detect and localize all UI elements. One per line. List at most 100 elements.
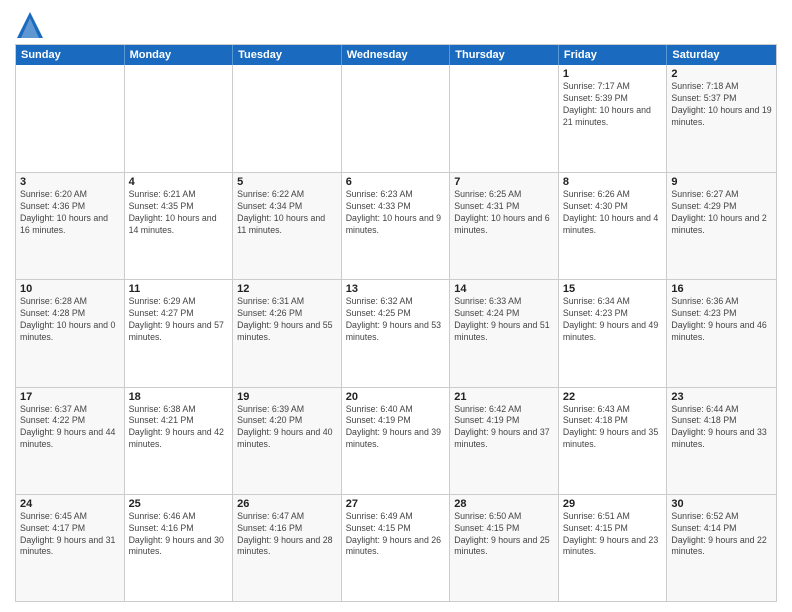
day-number: 9	[671, 176, 772, 188]
cal-cell: 24Sunrise: 6:45 AM Sunset: 4:17 PM Dayli…	[16, 495, 125, 601]
day-number: 14	[454, 283, 554, 295]
cal-cell	[450, 65, 559, 172]
day-info: Sunrise: 6:37 AM Sunset: 4:22 PM Dayligh…	[20, 404, 120, 452]
day-number: 18	[129, 391, 229, 403]
day-number: 26	[237, 498, 337, 510]
day-info: Sunrise: 7:17 AM Sunset: 5:39 PM Dayligh…	[563, 81, 663, 129]
header-day-friday: Friday	[559, 45, 668, 65]
day-info: Sunrise: 7:18 AM Sunset: 5:37 PM Dayligh…	[671, 81, 772, 129]
day-info: Sunrise: 6:36 AM Sunset: 4:23 PM Dayligh…	[671, 296, 772, 344]
day-number: 10	[20, 283, 120, 295]
cal-cell: 16Sunrise: 6:36 AM Sunset: 4:23 PM Dayli…	[667, 280, 776, 386]
day-info: Sunrise: 6:31 AM Sunset: 4:26 PM Dayligh…	[237, 296, 337, 344]
day-info: Sunrise: 6:49 AM Sunset: 4:15 PM Dayligh…	[346, 511, 446, 559]
day-number: 25	[129, 498, 229, 510]
day-info: Sunrise: 6:38 AM Sunset: 4:21 PM Dayligh…	[129, 404, 229, 452]
day-info: Sunrise: 6:34 AM Sunset: 4:23 PM Dayligh…	[563, 296, 663, 344]
day-info: Sunrise: 6:47 AM Sunset: 4:16 PM Dayligh…	[237, 511, 337, 559]
day-info: Sunrise: 6:46 AM Sunset: 4:16 PM Dayligh…	[129, 511, 229, 559]
day-info: Sunrise: 6:44 AM Sunset: 4:18 PM Dayligh…	[671, 404, 772, 452]
day-info: Sunrise: 6:39 AM Sunset: 4:20 PM Dayligh…	[237, 404, 337, 452]
day-number: 28	[454, 498, 554, 510]
day-number: 4	[129, 176, 229, 188]
header-day-tuesday: Tuesday	[233, 45, 342, 65]
calendar-row-1: 3Sunrise: 6:20 AM Sunset: 4:36 PM Daylig…	[16, 172, 776, 279]
day-info: Sunrise: 6:20 AM Sunset: 4:36 PM Dayligh…	[20, 189, 120, 237]
cal-cell	[125, 65, 234, 172]
day-info: Sunrise: 6:29 AM Sunset: 4:27 PM Dayligh…	[129, 296, 229, 344]
header-day-monday: Monday	[125, 45, 234, 65]
cal-cell	[233, 65, 342, 172]
header-day-sunday: Sunday	[16, 45, 125, 65]
day-number: 5	[237, 176, 337, 188]
day-number: 17	[20, 391, 120, 403]
calendar-row-3: 17Sunrise: 6:37 AM Sunset: 4:22 PM Dayli…	[16, 387, 776, 494]
day-number: 1	[563, 68, 663, 80]
cal-cell: 13Sunrise: 6:32 AM Sunset: 4:25 PM Dayli…	[342, 280, 451, 386]
cal-cell: 29Sunrise: 6:51 AM Sunset: 4:15 PM Dayli…	[559, 495, 668, 601]
day-number: 30	[671, 498, 772, 510]
calendar-row-0: 1Sunrise: 7:17 AM Sunset: 5:39 PM Daylig…	[16, 65, 776, 172]
header	[15, 10, 777, 40]
day-number: 12	[237, 283, 337, 295]
cal-cell: 8Sunrise: 6:26 AM Sunset: 4:30 PM Daylig…	[559, 173, 668, 279]
day-number: 23	[671, 391, 772, 403]
header-day-saturday: Saturday	[667, 45, 776, 65]
cal-cell: 4Sunrise: 6:21 AM Sunset: 4:35 PM Daylig…	[125, 173, 234, 279]
cal-cell: 3Sunrise: 6:20 AM Sunset: 4:36 PM Daylig…	[16, 173, 125, 279]
day-info: Sunrise: 6:25 AM Sunset: 4:31 PM Dayligh…	[454, 189, 554, 237]
day-number: 7	[454, 176, 554, 188]
cal-cell: 30Sunrise: 6:52 AM Sunset: 4:14 PM Dayli…	[667, 495, 776, 601]
cal-cell: 22Sunrise: 6:43 AM Sunset: 4:18 PM Dayli…	[559, 388, 668, 494]
logo-icon	[15, 10, 45, 40]
day-number: 6	[346, 176, 446, 188]
day-number: 16	[671, 283, 772, 295]
cal-cell: 28Sunrise: 6:50 AM Sunset: 4:15 PM Dayli…	[450, 495, 559, 601]
day-number: 15	[563, 283, 663, 295]
calendar-header: SundayMondayTuesdayWednesdayThursdayFrid…	[16, 45, 776, 65]
cal-cell: 10Sunrise: 6:28 AM Sunset: 4:28 PM Dayli…	[16, 280, 125, 386]
day-number: 3	[20, 176, 120, 188]
cal-cell: 15Sunrise: 6:34 AM Sunset: 4:23 PM Dayli…	[559, 280, 668, 386]
day-info: Sunrise: 6:22 AM Sunset: 4:34 PM Dayligh…	[237, 189, 337, 237]
calendar-body: 1Sunrise: 7:17 AM Sunset: 5:39 PM Daylig…	[16, 65, 776, 601]
day-number: 24	[20, 498, 120, 510]
day-number: 21	[454, 391, 554, 403]
day-info: Sunrise: 6:52 AM Sunset: 4:14 PM Dayligh…	[671, 511, 772, 559]
cal-cell: 27Sunrise: 6:49 AM Sunset: 4:15 PM Dayli…	[342, 495, 451, 601]
cal-cell: 12Sunrise: 6:31 AM Sunset: 4:26 PM Dayli…	[233, 280, 342, 386]
header-day-wednesday: Wednesday	[342, 45, 451, 65]
calendar: SundayMondayTuesdayWednesdayThursdayFrid…	[15, 44, 777, 602]
day-info: Sunrise: 6:45 AM Sunset: 4:17 PM Dayligh…	[20, 511, 120, 559]
day-number: 22	[563, 391, 663, 403]
day-info: Sunrise: 6:28 AM Sunset: 4:28 PM Dayligh…	[20, 296, 120, 344]
day-number: 11	[129, 283, 229, 295]
cal-cell: 21Sunrise: 6:42 AM Sunset: 4:19 PM Dayli…	[450, 388, 559, 494]
cal-cell	[342, 65, 451, 172]
cal-cell: 2Sunrise: 7:18 AM Sunset: 5:37 PM Daylig…	[667, 65, 776, 172]
cal-cell: 18Sunrise: 6:38 AM Sunset: 4:21 PM Dayli…	[125, 388, 234, 494]
header-day-thursday: Thursday	[450, 45, 559, 65]
day-number: 20	[346, 391, 446, 403]
cal-cell: 20Sunrise: 6:40 AM Sunset: 4:19 PM Dayli…	[342, 388, 451, 494]
day-info: Sunrise: 6:40 AM Sunset: 4:19 PM Dayligh…	[346, 404, 446, 452]
cal-cell: 5Sunrise: 6:22 AM Sunset: 4:34 PM Daylig…	[233, 173, 342, 279]
day-info: Sunrise: 6:33 AM Sunset: 4:24 PM Dayligh…	[454, 296, 554, 344]
cal-cell: 9Sunrise: 6:27 AM Sunset: 4:29 PM Daylig…	[667, 173, 776, 279]
day-number: 19	[237, 391, 337, 403]
day-number: 2	[671, 68, 772, 80]
day-info: Sunrise: 6:23 AM Sunset: 4:33 PM Dayligh…	[346, 189, 446, 237]
cal-cell: 7Sunrise: 6:25 AM Sunset: 4:31 PM Daylig…	[450, 173, 559, 279]
calendar-row-2: 10Sunrise: 6:28 AM Sunset: 4:28 PM Dayli…	[16, 279, 776, 386]
cal-cell: 1Sunrise: 7:17 AM Sunset: 5:39 PM Daylig…	[559, 65, 668, 172]
day-info: Sunrise: 6:43 AM Sunset: 4:18 PM Dayligh…	[563, 404, 663, 452]
cal-cell: 6Sunrise: 6:23 AM Sunset: 4:33 PM Daylig…	[342, 173, 451, 279]
day-info: Sunrise: 6:21 AM Sunset: 4:35 PM Dayligh…	[129, 189, 229, 237]
cal-cell: 14Sunrise: 6:33 AM Sunset: 4:24 PM Dayli…	[450, 280, 559, 386]
day-info: Sunrise: 6:26 AM Sunset: 4:30 PM Dayligh…	[563, 189, 663, 237]
cal-cell: 26Sunrise: 6:47 AM Sunset: 4:16 PM Dayli…	[233, 495, 342, 601]
calendar-row-4: 24Sunrise: 6:45 AM Sunset: 4:17 PM Dayli…	[16, 494, 776, 601]
cal-cell: 19Sunrise: 6:39 AM Sunset: 4:20 PM Dayli…	[233, 388, 342, 494]
cal-cell: 17Sunrise: 6:37 AM Sunset: 4:22 PM Dayli…	[16, 388, 125, 494]
day-info: Sunrise: 6:27 AM Sunset: 4:29 PM Dayligh…	[671, 189, 772, 237]
